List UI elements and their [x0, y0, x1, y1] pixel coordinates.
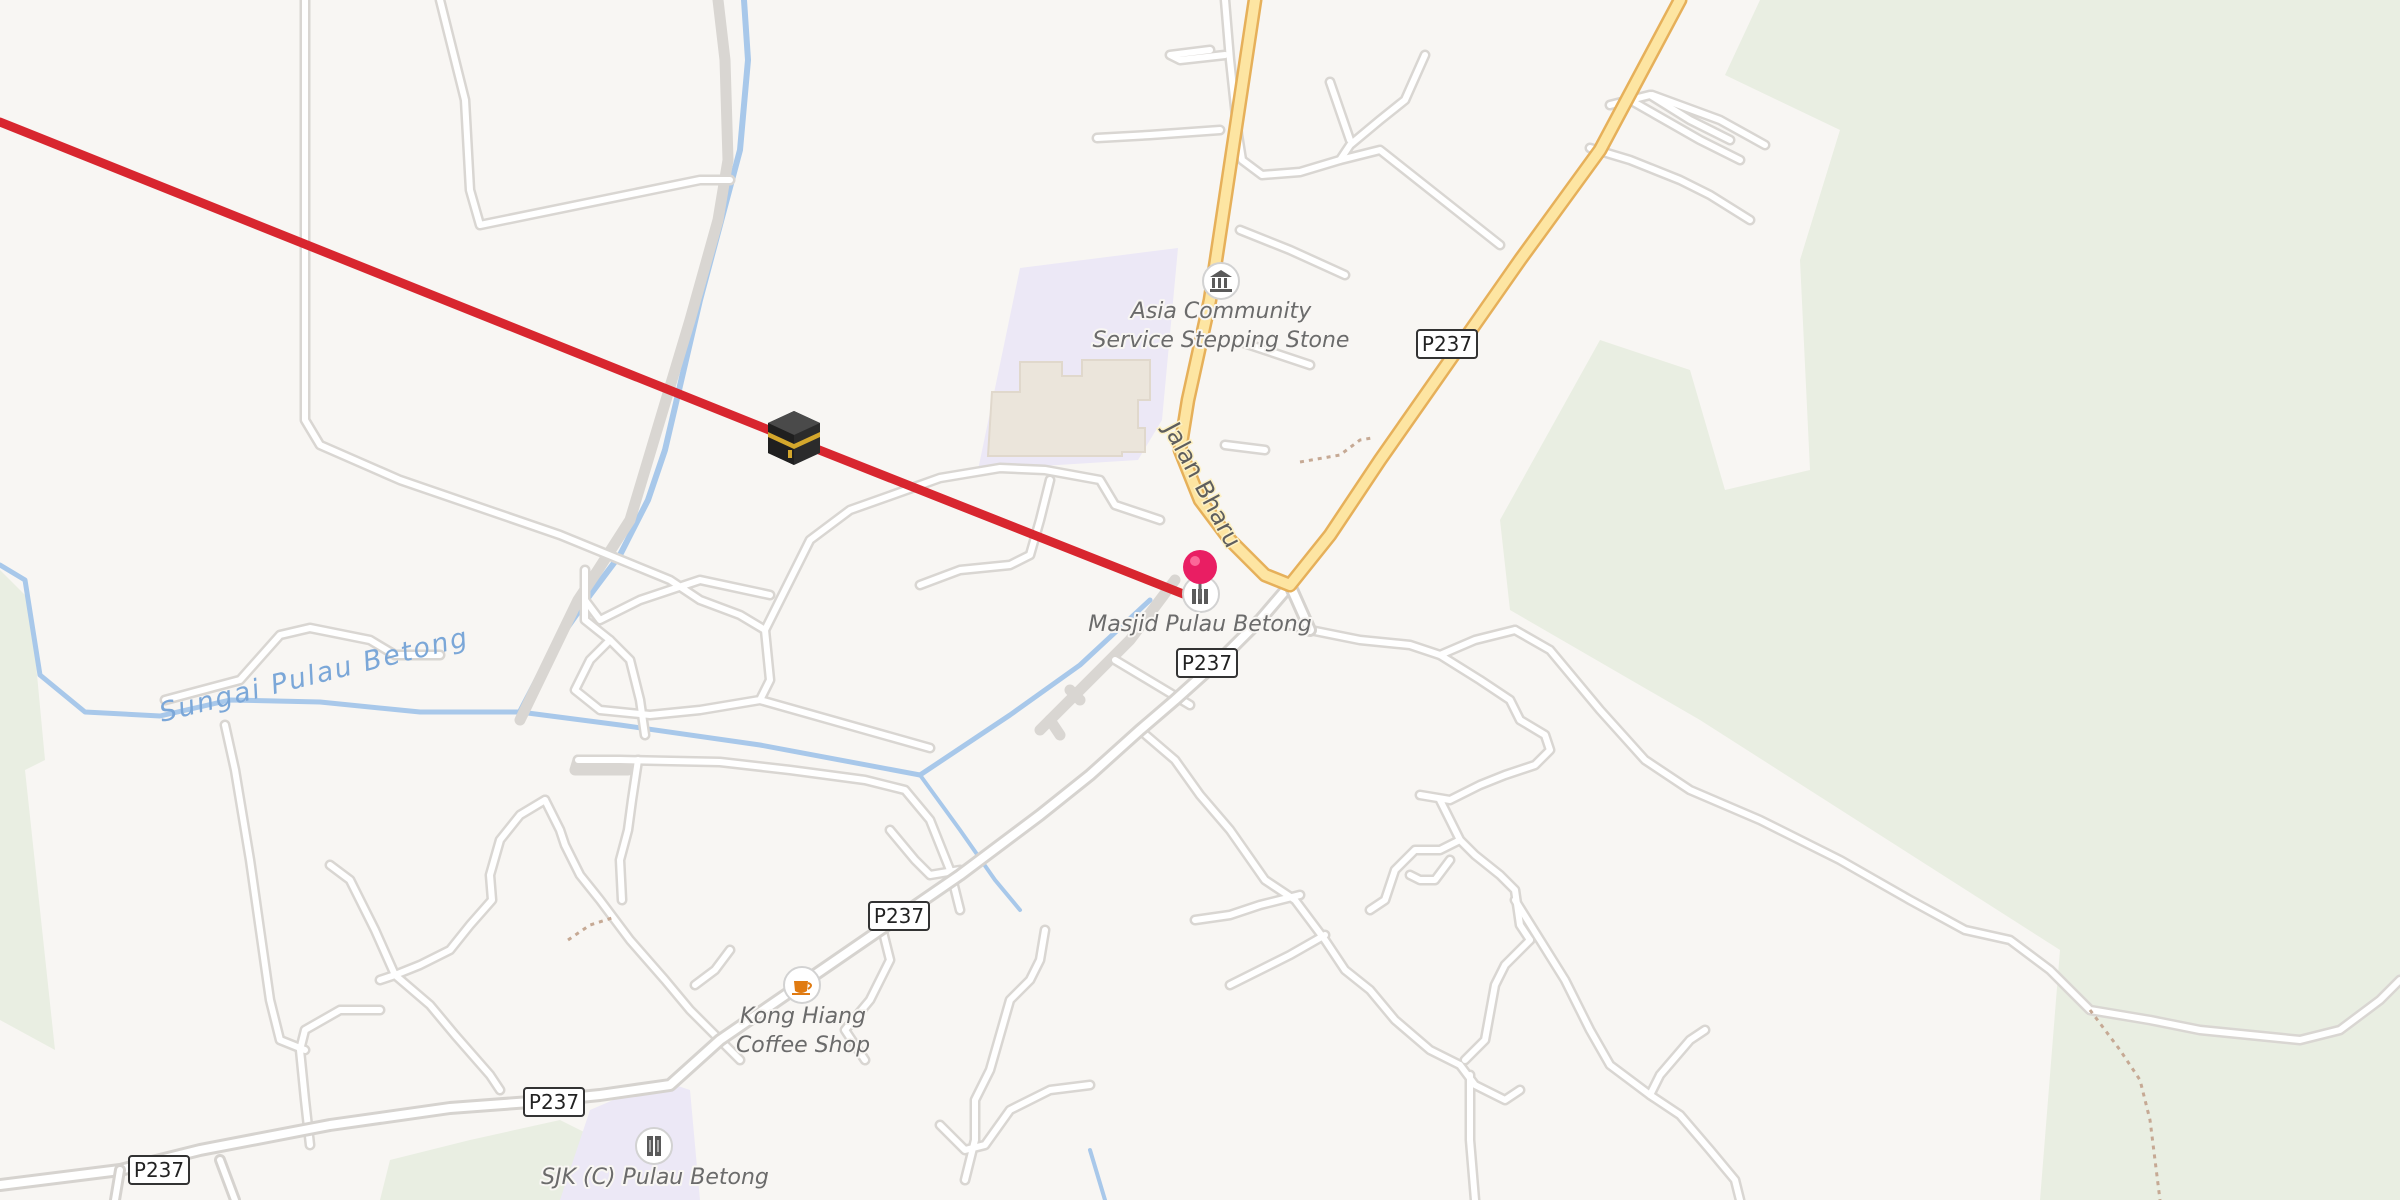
svg-text:P237: P237: [134, 1158, 184, 1182]
route-shield: P237: [1416, 329, 1478, 359]
route-shield: P237: [523, 1087, 585, 1117]
svg-text:P237: P237: [529, 1090, 579, 1114]
poi-label-mosque[interactable]: Masjid Pulau Betong: [1086, 610, 1314, 639]
map-canvas[interactable]: Asia Community Service Stepping Stone Ma…: [0, 0, 2400, 1200]
poi-label-coffee-line1[interactable]: Kong Hiang: [738, 1002, 868, 1031]
museum-icon[interactable]: [1202, 262, 1240, 300]
school-icon[interactable]: [635, 1127, 673, 1165]
poi-label-community-line2[interactable]: Service Stepping Stone: [1091, 326, 1352, 355]
svg-text:P237: P237: [1182, 651, 1232, 675]
route-shield: P237: [868, 901, 930, 931]
poi-label-school[interactable]: SJK (C) Pulau Betong: [539, 1163, 771, 1192]
route-shield: P237: [128, 1155, 190, 1185]
svg-text:P237: P237: [874, 904, 924, 928]
cafe-icon[interactable]: [783, 966, 821, 1004]
poi-label-coffee-line2[interactable]: Coffee Shop: [734, 1031, 872, 1060]
poi-label-community-line1[interactable]: Asia Community: [1127, 297, 1314, 326]
route-shield: P237: [1176, 648, 1238, 678]
svg-text:P237: P237: [1422, 332, 1472, 356]
